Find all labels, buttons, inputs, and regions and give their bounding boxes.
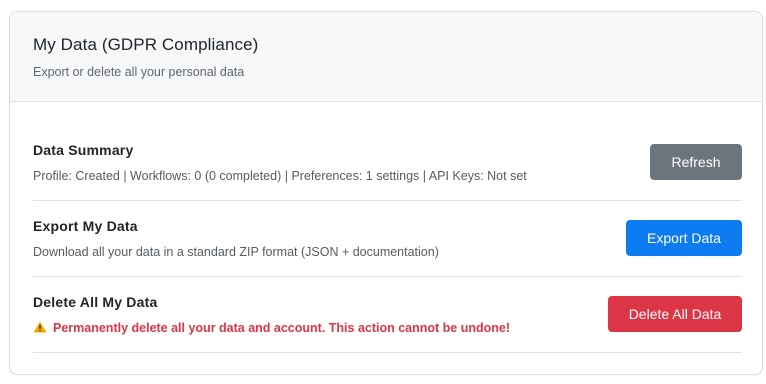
warning-icon — [33, 321, 47, 333]
data-summary-description: Profile: Created | Workflows: 0 (0 compl… — [33, 169, 527, 183]
export-data-button[interactable]: Export Data — [626, 220, 742, 256]
export-data-section: Export My Data Download all your data in… — [33, 201, 742, 277]
data-summary-section: Data Summary Profile: Created | Workflow… — [33, 125, 742, 201]
page-subtitle: Export or delete all your personal data — [33, 65, 245, 79]
delete-data-title: Delete All My Data — [33, 294, 158, 310]
card-header: My Data (GDPR Compliance) Export or dele… — [10, 12, 762, 102]
data-summary-title: Data Summary — [33, 142, 134, 158]
page-title: My Data (GDPR Compliance) — [33, 35, 259, 54]
gdpr-card: My Data (GDPR Compliance) Export or dele… — [9, 11, 763, 375]
delete-data-warning-text: Permanently delete all your data and acc… — [53, 321, 511, 335]
export-data-title: Export My Data — [33, 218, 138, 234]
export-data-description: Download all your data in a standard ZIP… — [33, 245, 439, 259]
refresh-button[interactable]: Refresh — [650, 144, 742, 180]
delete-data-warning: Permanently delete all your data and acc… — [33, 321, 510, 335]
delete-all-data-button[interactable]: Delete All Data — [608, 296, 742, 332]
delete-data-section: Delete All My Data Permanently delete al… — [33, 277, 742, 353]
